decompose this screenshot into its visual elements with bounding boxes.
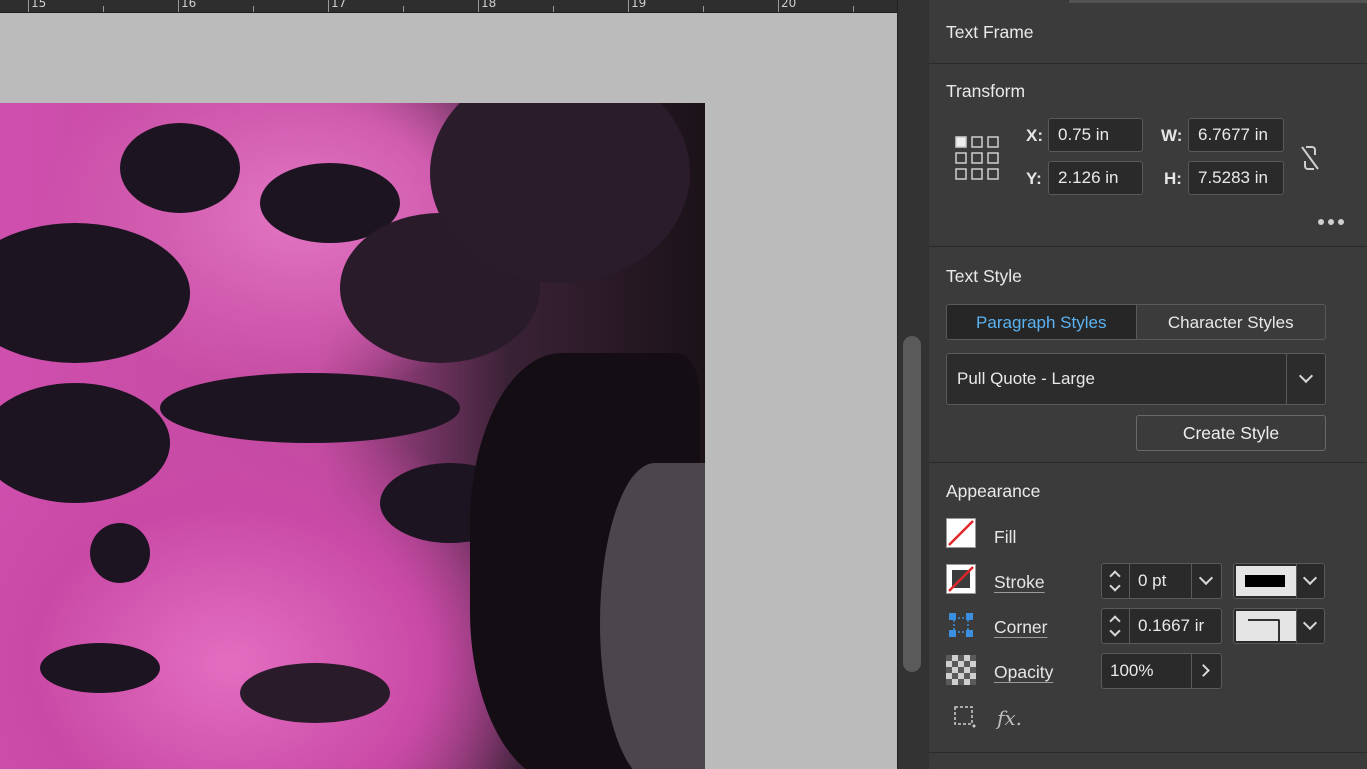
opacity-value: 100% [1110, 661, 1154, 680]
chevron-down-icon[interactable] [1296, 564, 1324, 598]
w-field[interactable]: 6.7677 in [1188, 118, 1284, 152]
more-options-icon[interactable] [1317, 215, 1345, 229]
ruler-label: 15 [31, 0, 47, 10]
corner-radius-stepper[interactable]: 0.1667 ir [1101, 608, 1222, 644]
tab-paragraph-styles[interactable]: Paragraph Styles [947, 305, 1137, 339]
properties-panel: Text Frame Transform X: 0.75 in W: 6.767… [929, 0, 1367, 769]
chevron-down-icon [1298, 368, 1314, 384]
constrain-proportions-icon[interactable] [1298, 143, 1322, 173]
chevron-down-icon[interactable] [1191, 564, 1221, 598]
ruler-label: 18 [481, 0, 497, 10]
x-field[interactable]: 0.75 in [1048, 118, 1143, 152]
divider [929, 462, 1367, 463]
stroke-weight-value: 0 pt [1138, 571, 1167, 590]
stroke-color-swatch[interactable] [1233, 563, 1325, 599]
style-tabs: Paragraph Styles Character Styles [946, 304, 1326, 340]
panel-tab-strip [1069, 0, 1367, 3]
ruler-label: 16 [181, 0, 197, 10]
stroke-weight-stepper[interactable]: 0 pt [1101, 563, 1222, 599]
corner-shape-selector[interactable] [1233, 608, 1325, 644]
horizontal-ruler[interactable]: 15 16 17 18 19 20 [0, 0, 897, 13]
fill-none-icon[interactable] [946, 518, 976, 548]
chevron-down-icon[interactable] [1296, 609, 1324, 643]
scrollbar-thumb[interactable] [903, 336, 921, 672]
y-field[interactable]: 2.126 in [1048, 161, 1143, 195]
object-effects-icon[interactable] [952, 704, 978, 730]
opacity-checker-icon [946, 655, 976, 685]
corner-label[interactable]: Corner [994, 617, 1048, 638]
h-field[interactable]: 7.5283 in [1188, 161, 1284, 195]
stroke-label[interactable]: Stroke [994, 572, 1045, 593]
stroke-none-icon[interactable] [946, 564, 976, 594]
artwork-image[interactable] [0, 103, 705, 769]
corner-icon [946, 610, 976, 640]
text-style-title: Text Style [946, 266, 1022, 286]
y-label: Y: [1026, 169, 1042, 188]
divider [929, 752, 1367, 753]
corner-radius-value: 0.1667 ir [1138, 616, 1205, 635]
ruler-label: 20 [781, 0, 797, 10]
stepper-arrows-icon[interactable] [1102, 564, 1130, 598]
ruler-label: 17 [331, 0, 347, 10]
reference-point-icon[interactable] [954, 135, 1000, 181]
transform-title: Transform [946, 81, 1026, 101]
fill-label: Fill [994, 527, 1017, 547]
appearance-title: Appearance [946, 481, 1041, 501]
paragraph-style-dropdown[interactable]: Pull Quote - Large [946, 353, 1326, 405]
tab-character-styles[interactable]: Character Styles [1137, 305, 1326, 339]
document-canvas[interactable]: 15 16 17 18 19 20 [0, 0, 897, 769]
divider [929, 246, 1367, 247]
h-label: H: [1164, 169, 1182, 188]
chevron-right-icon[interactable] [1191, 654, 1221, 688]
selected-style-value: Pull Quote - Large [957, 369, 1095, 388]
opacity-label[interactable]: Opacity [994, 662, 1053, 683]
x-label: X: [1026, 126, 1043, 145]
divider [929, 63, 1367, 64]
panel-title: Text Frame [946, 22, 1034, 42]
fx-icon[interactable]: fx. [997, 706, 1022, 730]
create-style-button[interactable]: Create Style [1136, 415, 1326, 451]
ruler-label: 19 [631, 0, 647, 10]
opacity-field[interactable]: 100% [1101, 653, 1222, 689]
stepper-arrows-icon[interactable] [1102, 609, 1130, 643]
w-label: W: [1161, 126, 1183, 145]
